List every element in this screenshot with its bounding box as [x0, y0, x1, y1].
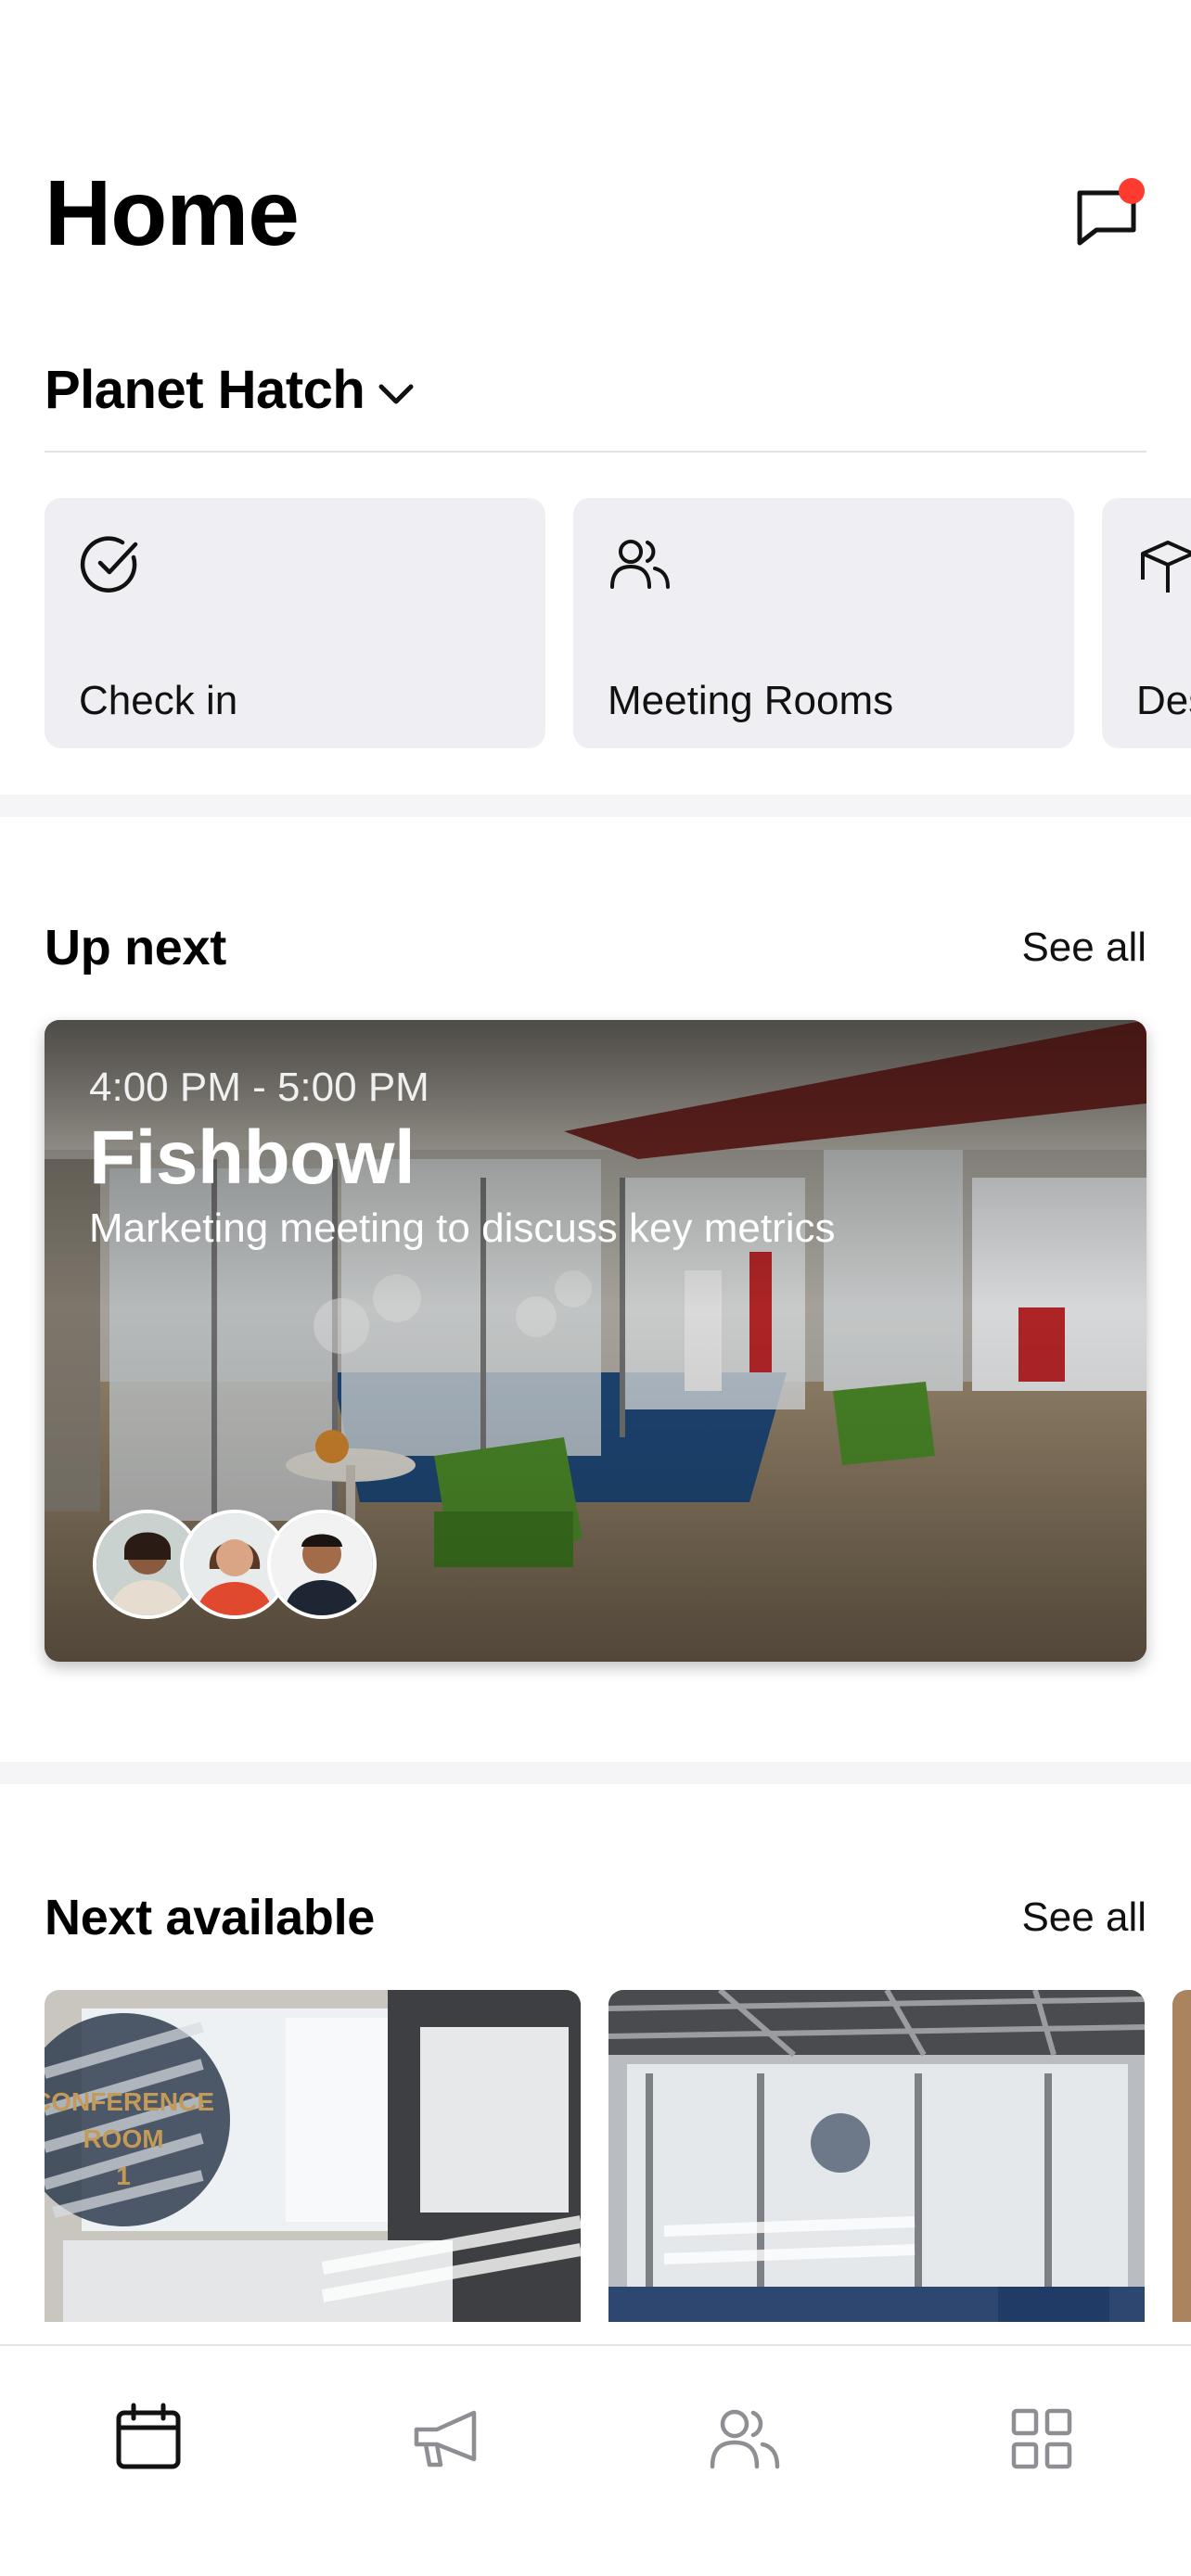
avatar: [267, 1510, 377, 1619]
room-sign-line-2: ROOM: [83, 2124, 163, 2153]
megaphone-icon: [414, 2410, 477, 2468]
tab-bar: [0, 2344, 1191, 2576]
room-photo: [1172, 1990, 1191, 2322]
grid-icon: [1011, 2408, 1072, 2469]
room-sign-line-3: 1: [116, 2162, 131, 2190]
room-card[interactable]: [608, 1990, 1145, 2322]
available-rooms-list: CONFERENCE ROOM 1: [45, 1990, 1191, 2322]
tab-more[interactable]: [986, 2383, 1097, 2494]
box-icon: [1141, 541, 1191, 593]
notification-badge: [1119, 178, 1145, 204]
event-room-name: Fishbowl: [89, 1116, 416, 1200]
divider: [45, 451, 1146, 453]
next-available-header: Next available See all: [45, 1881, 1146, 1955]
room-card[interactable]: [1172, 1990, 1191, 2322]
event-card[interactable]: 4:00 PM - 5:00 PM Fishbowl Marketing mee…: [45, 1020, 1146, 1662]
check-circle-icon: [80, 536, 138, 593]
next-available-title: Next available: [45, 1890, 376, 1945]
next-available-see-all-link[interactable]: See all: [1021, 1894, 1146, 1941]
chevron-down-icon: [378, 384, 414, 404]
page-title: Home: [45, 161, 300, 265]
section-separator: [0, 795, 1191, 817]
desks-button[interactable]: Desks: [1102, 498, 1191, 748]
people-icon: [610, 540, 670, 589]
tab-calendar[interactable]: [93, 2383, 204, 2494]
desks-label: Desks: [1136, 678, 1191, 723]
location-name: Planet Hatch: [45, 359, 365, 420]
meeting-rooms-button[interactable]: Meeting Rooms: [573, 498, 1074, 748]
room-card[interactable]: CONFERENCE ROOM 1: [45, 1990, 581, 2322]
room-photo: [608, 1990, 1145, 2322]
room-photo: CONFERENCE ROOM 1: [45, 1990, 581, 2322]
quick-actions: Check in Meeting Rooms Desks: [45, 498, 1191, 748]
room-sign-line-1: CONFERENCE: [45, 2087, 214, 2116]
location-selector[interactable]: Planet Hatch: [45, 352, 415, 427]
tab-announcements[interactable]: [391, 2383, 502, 2494]
section-separator: [0, 1762, 1191, 1784]
event-time: 4:00 PM - 5:00 PM: [89, 1065, 429, 1110]
meeting-rooms-label: Meeting Rooms: [608, 678, 894, 723]
calendar-icon: [116, 2403, 181, 2469]
up-next-see-all-link[interactable]: See all: [1021, 925, 1146, 971]
check-in-label: Check in: [79, 678, 238, 723]
check-in-button[interactable]: Check in: [45, 498, 545, 748]
header: Home: [45, 158, 1146, 269]
tab-people[interactable]: [688, 2383, 800, 2494]
messages-button[interactable]: [1072, 176, 1146, 250]
people-icon: [710, 2409, 780, 2469]
event-description: Marketing meeting to discuss key metrics: [89, 1205, 836, 1251]
up-next-header: Up next See all: [45, 911, 1146, 985]
up-next-title: Up next: [45, 920, 226, 976]
